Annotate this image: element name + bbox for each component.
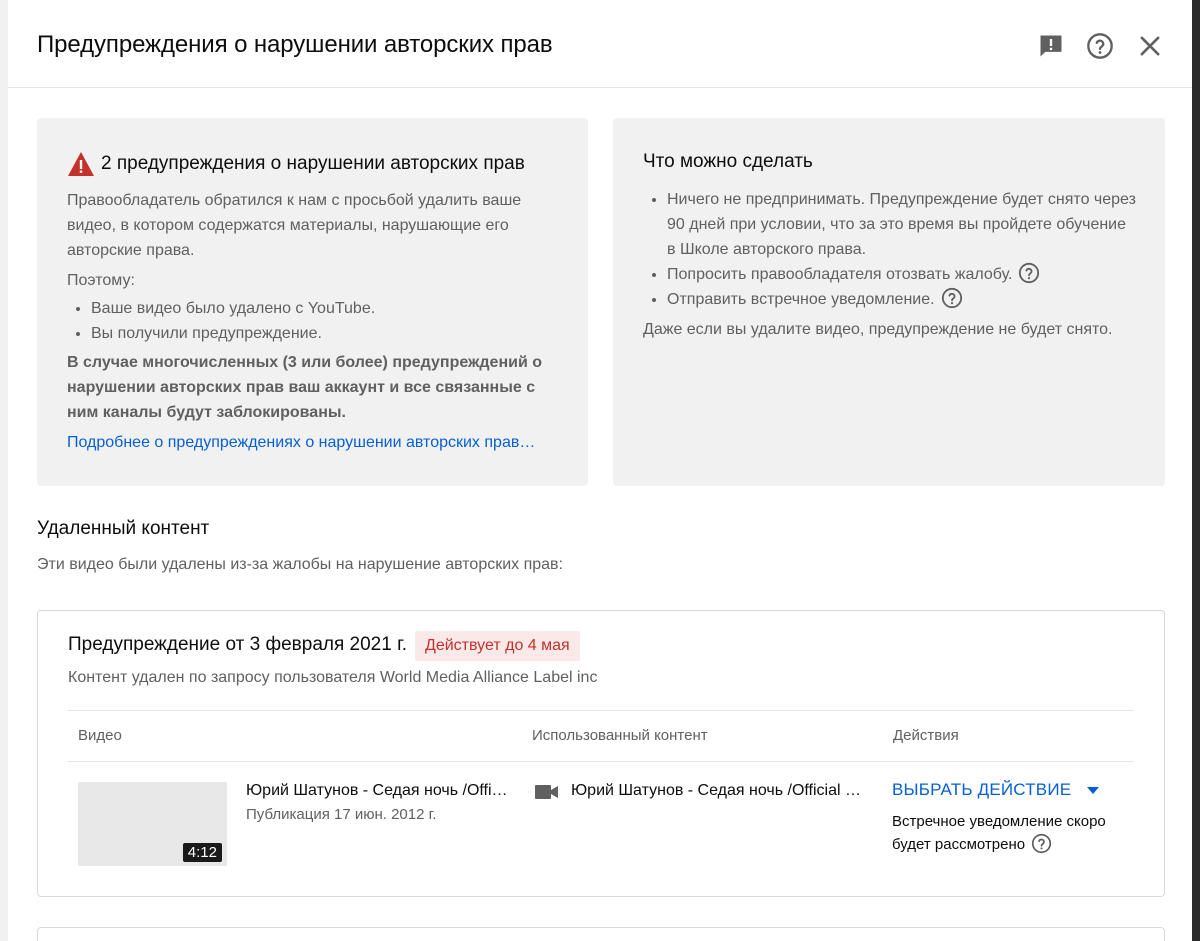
strikes-heading-text: 2 предупреждения о нарушении авторских п…	[101, 153, 525, 174]
therefore-label: Поэтому:	[67, 272, 135, 289]
list-item: Отправить встречное уведомление.	[667, 287, 1137, 312]
column-header-actions: Действия	[893, 727, 959, 744]
choose-action-button[interactable]: ВЫБРАТЬ ДЕЙСТВИЕ	[892, 780, 1103, 800]
options-heading: Что можно сделать	[643, 151, 813, 172]
copyright-strikes-dialog: Предупреждения о нарушении авторских пра…	[8, 0, 1192, 941]
choose-action-label: ВЫБРАТЬ ДЕЙСТВИЕ	[892, 780, 1072, 799]
options-footer: Даже если вы удалите видео, предупрежден…	[643, 321, 1113, 338]
status-badge: Действует до 4 мая	[415, 631, 580, 661]
warning-icon	[68, 152, 94, 176]
background-page-edge	[0, 0, 8, 941]
table-divider	[68, 710, 1134, 711]
counter-notification-status: Встречное уведомление скоро будет рассмо…	[892, 813, 1106, 854]
table-divider	[68, 761, 1134, 762]
column-header-video: Видео	[78, 727, 122, 744]
video-camera-icon	[535, 785, 558, 799]
help-icon[interactable]	[1086, 32, 1114, 60]
feedback-icon[interactable]	[1037, 32, 1065, 60]
removed-content-subtitle: Эти видео были удалены из-за жалобы на н…	[37, 556, 563, 573]
learn-more-link[interactable]: Подробнее о предупреждениях о нарушении …	[67, 430, 535, 455]
column-header-content: Использованный контент	[532, 727, 708, 744]
list-item: Ничего не предпринимать. Предупреждение …	[667, 187, 1137, 262]
strike-title: Предупреждение от 3 февраля 2021 г.	[68, 634, 407, 655]
used-content-title: Юрий Шатунов - Седая ночь /Official Vide…	[571, 782, 861, 799]
options-list: Ничего не предпринимать. Предупреждение …	[643, 187, 1137, 312]
video-title[interactable]: Юрий Шатунов - Седая ночь /Official Vide…	[246, 782, 508, 800]
claimant-text: Контент удален по запросу пользователя W…	[68, 669, 598, 686]
help-icon[interactable]	[1018, 262, 1040, 284]
strike-card: Предупреждение от 3 февраля 2021 г. Дейс…	[37, 610, 1165, 897]
list-item: Ваше видео было удалено с YouTube.	[91, 296, 375, 321]
dialog-title: Предупреждения о нарушении авторских пра…	[37, 31, 553, 58]
video-published-date: Публикация 17 июн. 2012 г.	[246, 806, 437, 823]
next-strike-card	[37, 927, 1165, 941]
strikes-heading: 2 предупреждения о нарушении авторских п…	[67, 151, 525, 177]
help-icon[interactable]	[1031, 833, 1052, 854]
help-icon[interactable]	[941, 287, 963, 309]
termination-warning: В случае многочисленных (3 или более) пр…	[67, 354, 542, 421]
close-icon[interactable]	[1136, 32, 1164, 60]
video-thumbnail[interactable]: 4:12	[78, 782, 227, 866]
list-item: Вы получили предупреждение.	[91, 321, 375, 346]
removed-content-title: Удаленный контент	[37, 518, 210, 539]
caret-down-icon	[1087, 787, 1100, 794]
dialog-header: Предупреждения о нарушении авторских пра…	[8, 0, 1192, 88]
strikes-summary-card: 2 предупреждения о нарушении авторских п…	[37, 118, 588, 486]
list-item: Попросить правообладателя отозвать жалоб…	[667, 262, 1137, 287]
consequences-list: Ваше видео было удалено с YouTube. Вы по…	[67, 296, 375, 346]
video-duration: 4:12	[182, 843, 222, 862]
options-card: Что можно сделать Ничего не предпринимат…	[613, 118, 1165, 486]
strikes-paragraph: Правообладатель обратился к нам с просьб…	[67, 192, 522, 259]
